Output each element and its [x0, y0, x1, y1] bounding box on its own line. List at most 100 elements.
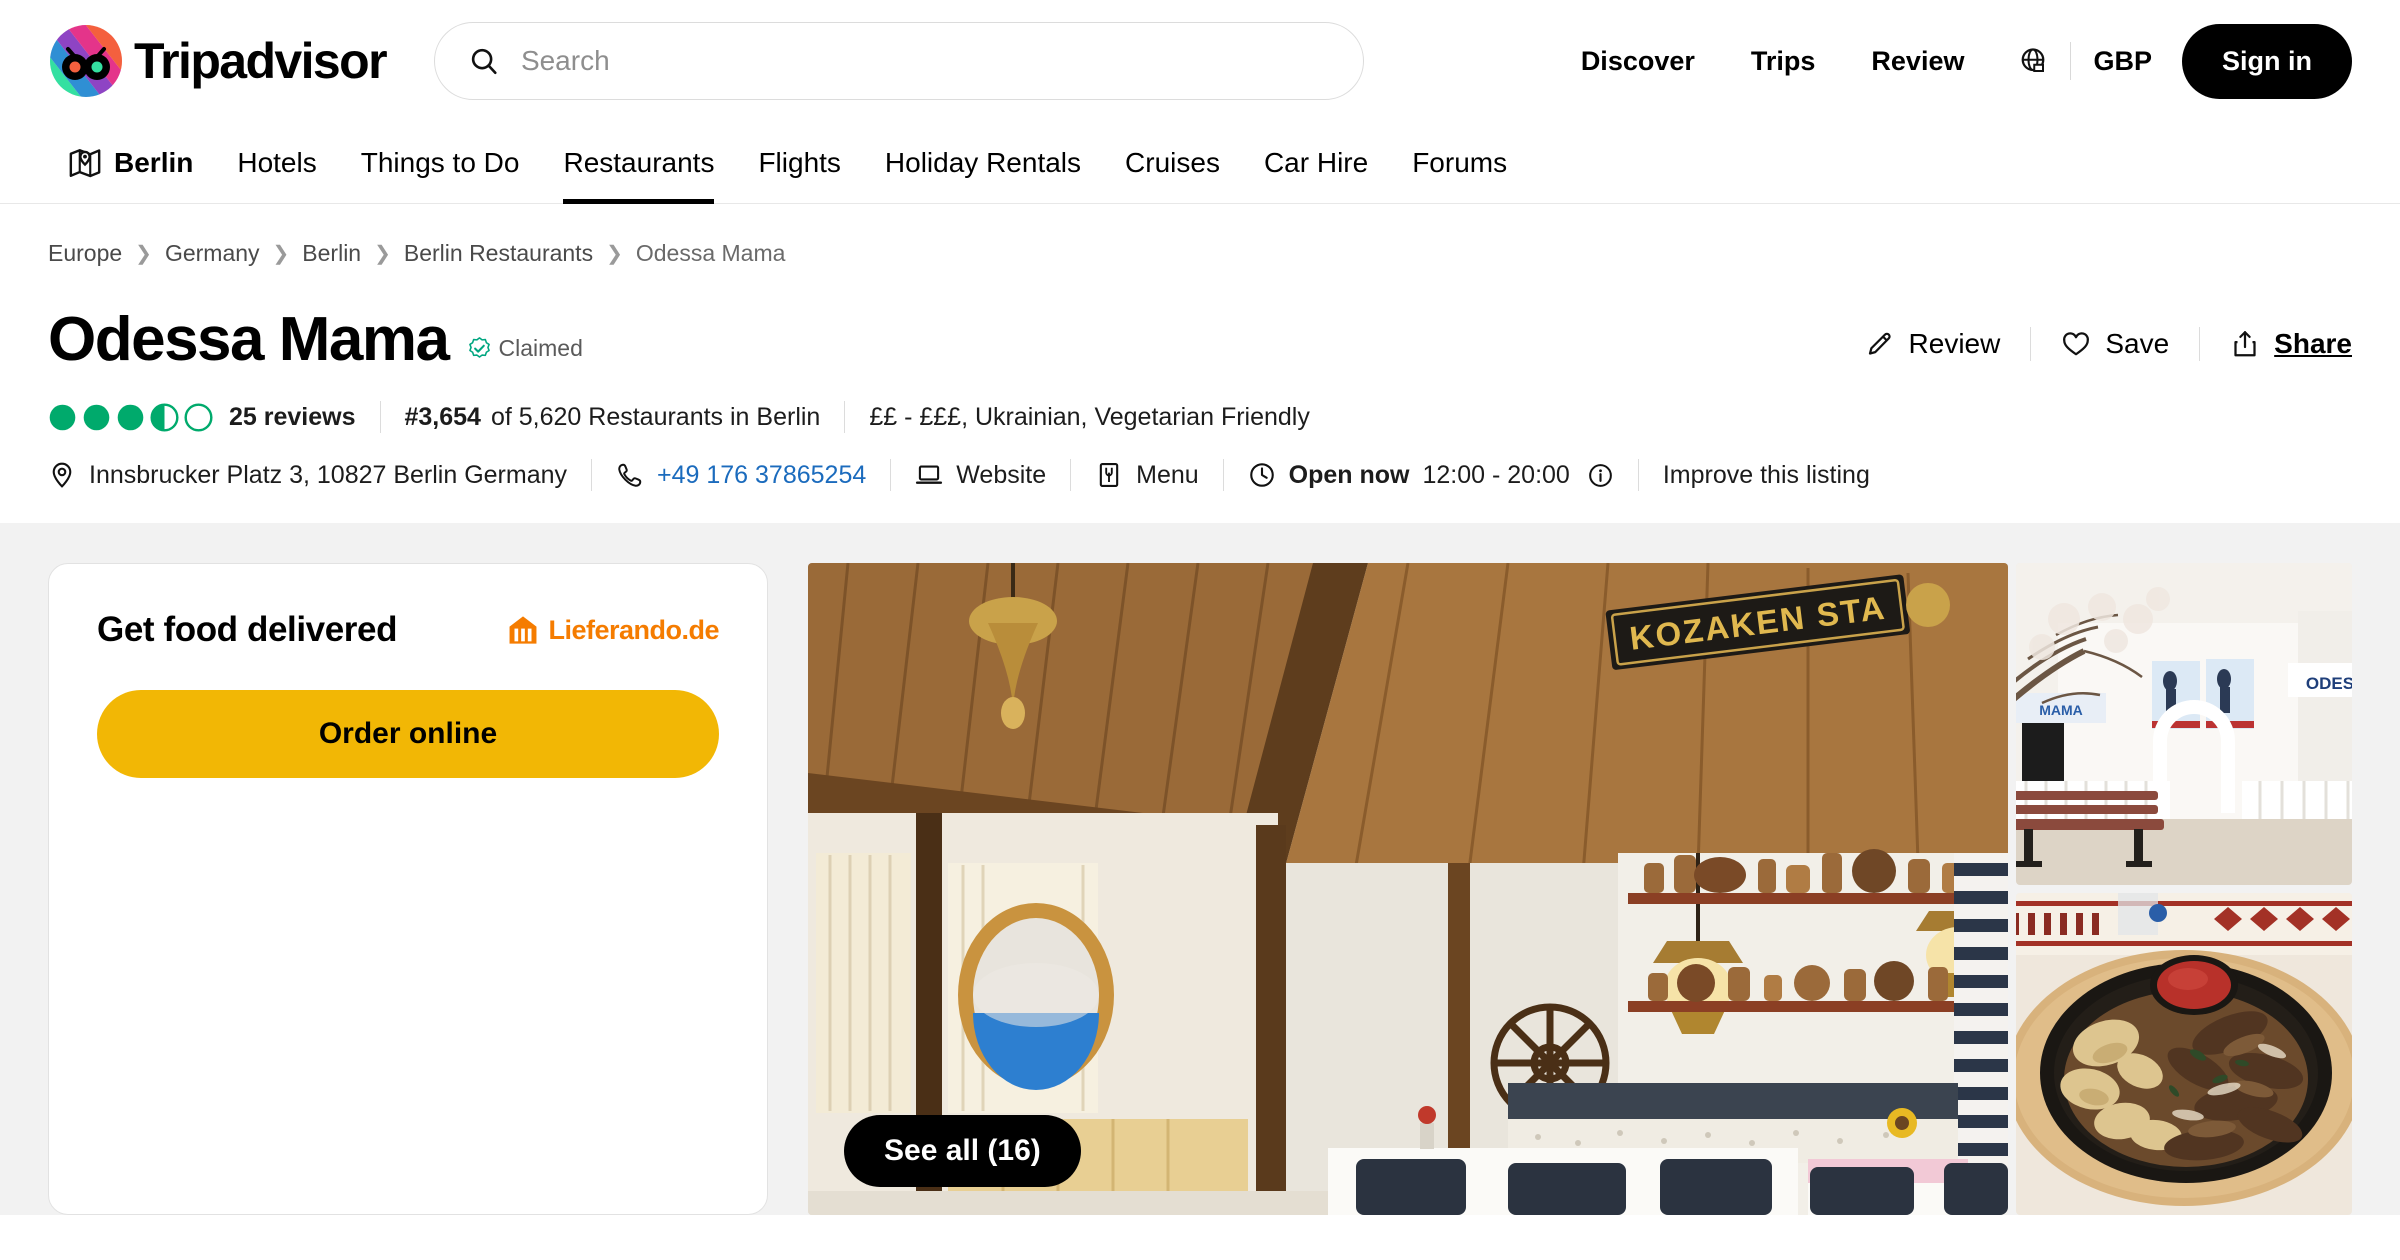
sign-in-button[interactable]: Sign in	[2182, 23, 2352, 99]
breadcrumb-item-europe[interactable]: Europe	[48, 240, 122, 267]
subnav-item-holiday-rentals[interactable]: Holiday Rentals	[863, 122, 1103, 204]
delivery-header: Get food delivered Lieferando.de	[97, 610, 719, 650]
pencil-icon	[1868, 332, 1891, 355]
chevron-right-icon: ❯	[272, 243, 290, 265]
owl-logo-icon	[50, 25, 122, 97]
rating-bubbles	[48, 402, 213, 432]
page-title: Odessa Mama	[48, 305, 450, 374]
globe-icon[interactable]	[2018, 46, 2048, 76]
subnav-label: Cruises	[1125, 146, 1220, 178]
website-label: Website	[956, 460, 1047, 489]
subnav-label: Flights	[758, 146, 841, 178]
reviews-count[interactable]: 25 reviews	[229, 403, 356, 432]
svg-text:ODES: ODES	[2306, 674, 2352, 693]
site-header: Tripadvisor Discover Trips Review GBP Si…	[0, 0, 2400, 122]
subnav-item-things-to-do[interactable]: Things to Do	[339, 122, 542, 204]
divider	[2070, 42, 2072, 80]
lieferando-house-icon	[509, 616, 537, 644]
improve-listing-link[interactable]: Improve this listing	[1663, 461, 1870, 490]
hours-item[interactable]: Open now 12:00 - 20:00	[1248, 461, 1614, 490]
subnav-item-location[interactable]: Berlin	[48, 122, 215, 204]
subnav-item-forums[interactable]: Forums	[1390, 122, 1529, 204]
header-nav: Discover Trips Review GBP Sign in	[1553, 23, 2352, 99]
nav-review[interactable]: Review	[1843, 46, 1992, 77]
breadcrumb: Europe ❯ Germany ❯ Berlin ❯ Berlin Resta…	[0, 204, 2400, 267]
laptop-icon	[916, 465, 943, 484]
hours-text: 12:00 - 20:00	[1422, 460, 1570, 489]
divider	[844, 401, 846, 433]
subnav-location-label: Berlin	[114, 146, 194, 178]
claimed-label: Claimed	[498, 335, 583, 361]
share-icon	[2234, 331, 2256, 357]
breadcrumb-item-berlin[interactable]: Berlin	[302, 240, 361, 267]
info-icon[interactable]	[1587, 462, 1614, 489]
poi-actions: Review Save Share	[1835, 327, 2352, 361]
rating-row: 25 reviews #3,654 of 5,620 Restaurants i…	[48, 401, 2352, 433]
main-photo[interactable]: KOZAKEN STA See all (16)	[808, 563, 2008, 1215]
menu-label: Menu	[1136, 460, 1199, 489]
website-item[interactable]: Website	[915, 461, 1046, 490]
search-input[interactable]	[520, 45, 1329, 77]
bubble-filled-icon	[83, 404, 110, 430]
subnav-label: Hotels	[237, 146, 317, 178]
divider	[379, 401, 381, 433]
save-button[interactable]: Save	[2031, 328, 2199, 360]
subnav-item-cruises[interactable]: Cruises	[1103, 122, 1242, 204]
subnav-label: Things to Do	[360, 146, 520, 178]
map-pin-icon	[69, 148, 101, 177]
phone-item[interactable]: +49 176 37865254	[616, 461, 866, 490]
address-item[interactable]: Innsbrucker Platz 3, 10827 Berlin German…	[48, 461, 567, 490]
order-online-button[interactable]: Order online	[97, 690, 719, 778]
subnav-label: Restaurants	[563, 146, 715, 178]
subnav-item-hotels[interactable]: Hotels	[215, 122, 338, 204]
bubble-filled-icon	[117, 404, 144, 430]
share-button[interactable]: Share	[2200, 328, 2352, 360]
divider	[1070, 459, 1072, 491]
content-area: Get food delivered Lieferando.de Order o…	[0, 523, 2400, 1215]
bubble-half-icon	[150, 402, 179, 432]
subnav-item-flights[interactable]: Flights	[736, 122, 862, 204]
photo-thumbnail-exterior[interactable]: MAMA ODES	[2016, 563, 2352, 885]
open-status: Open now	[1288, 460, 1410, 489]
search-icon	[471, 48, 497, 75]
menu-item[interactable]: Menu	[1095, 461, 1199, 490]
subnav-item-restaurants[interactable]: Restaurants	[541, 122, 736, 204]
rank-description[interactable]: of 5,620 Restaurants in Berlin	[491, 403, 820, 432]
phone-icon	[618, 463, 642, 487]
lieferando-logo: Lieferando.de	[506, 613, 719, 647]
currency-selector[interactable]: GBP	[2093, 46, 2152, 77]
title-row: Odessa Mama Claimed Review Save Share	[48, 309, 2352, 371]
review-label: Review	[1908, 328, 2001, 359]
chevron-right-icon: ❯	[606, 243, 623, 265]
clock-icon	[1249, 463, 1274, 487]
subnav-label: Holiday Rentals	[884, 146, 1082, 178]
language-currency-group[interactable]: GBP	[2018, 42, 2152, 80]
subnav-item-car-hire[interactable]: Car Hire	[1242, 122, 1390, 204]
details-row: Innsbrucker Platz 3, 10827 Berlin German…	[48, 459, 2352, 491]
review-button[interactable]: Review	[1835, 328, 2031, 360]
location-pin-icon	[52, 462, 72, 488]
breadcrumb-item-berlin-restaurants[interactable]: Berlin Restaurants	[404, 240, 593, 267]
delivery-title: Get food delivered	[97, 610, 398, 649]
lieferando-name: Lieferando.de	[548, 614, 719, 645]
photo-thumbnail-dish[interactable]	[2016, 893, 2352, 1215]
share-label: Share	[2274, 328, 2352, 359]
subnav-label: Car Hire	[1263, 146, 1369, 178]
photo-gallery: KOZAKEN STA See all (16) MAMA ODES	[808, 563, 2352, 1215]
nav-discover[interactable]: Discover	[1553, 46, 1723, 77]
cuisine-tags[interactable]: ££ - £££, Ukrainian, Vegetarian Friendly	[869, 403, 1310, 432]
poi-header: Odessa Mama Claimed Review Save Share 25…	[0, 309, 2400, 491]
nav-trips[interactable]: Trips	[1723, 46, 1844, 77]
see-all-photos-button[interactable]: See all (16)	[844, 1115, 1081, 1187]
save-label: Save	[2105, 328, 2170, 359]
search-box[interactable]	[433, 22, 1364, 100]
delivery-card: Get food delivered Lieferando.de Order o…	[48, 563, 768, 1215]
subnav-label: Forums	[1412, 146, 1508, 178]
heart-icon	[2063, 332, 2090, 356]
tripadvisor-logo[interactable]: Tripadvisor	[48, 23, 388, 99]
divider	[1222, 459, 1224, 491]
divider	[890, 459, 892, 491]
verified-check-icon	[468, 337, 490, 358]
breadcrumb-item-germany[interactable]: Germany	[165, 240, 260, 267]
divider	[591, 459, 593, 491]
